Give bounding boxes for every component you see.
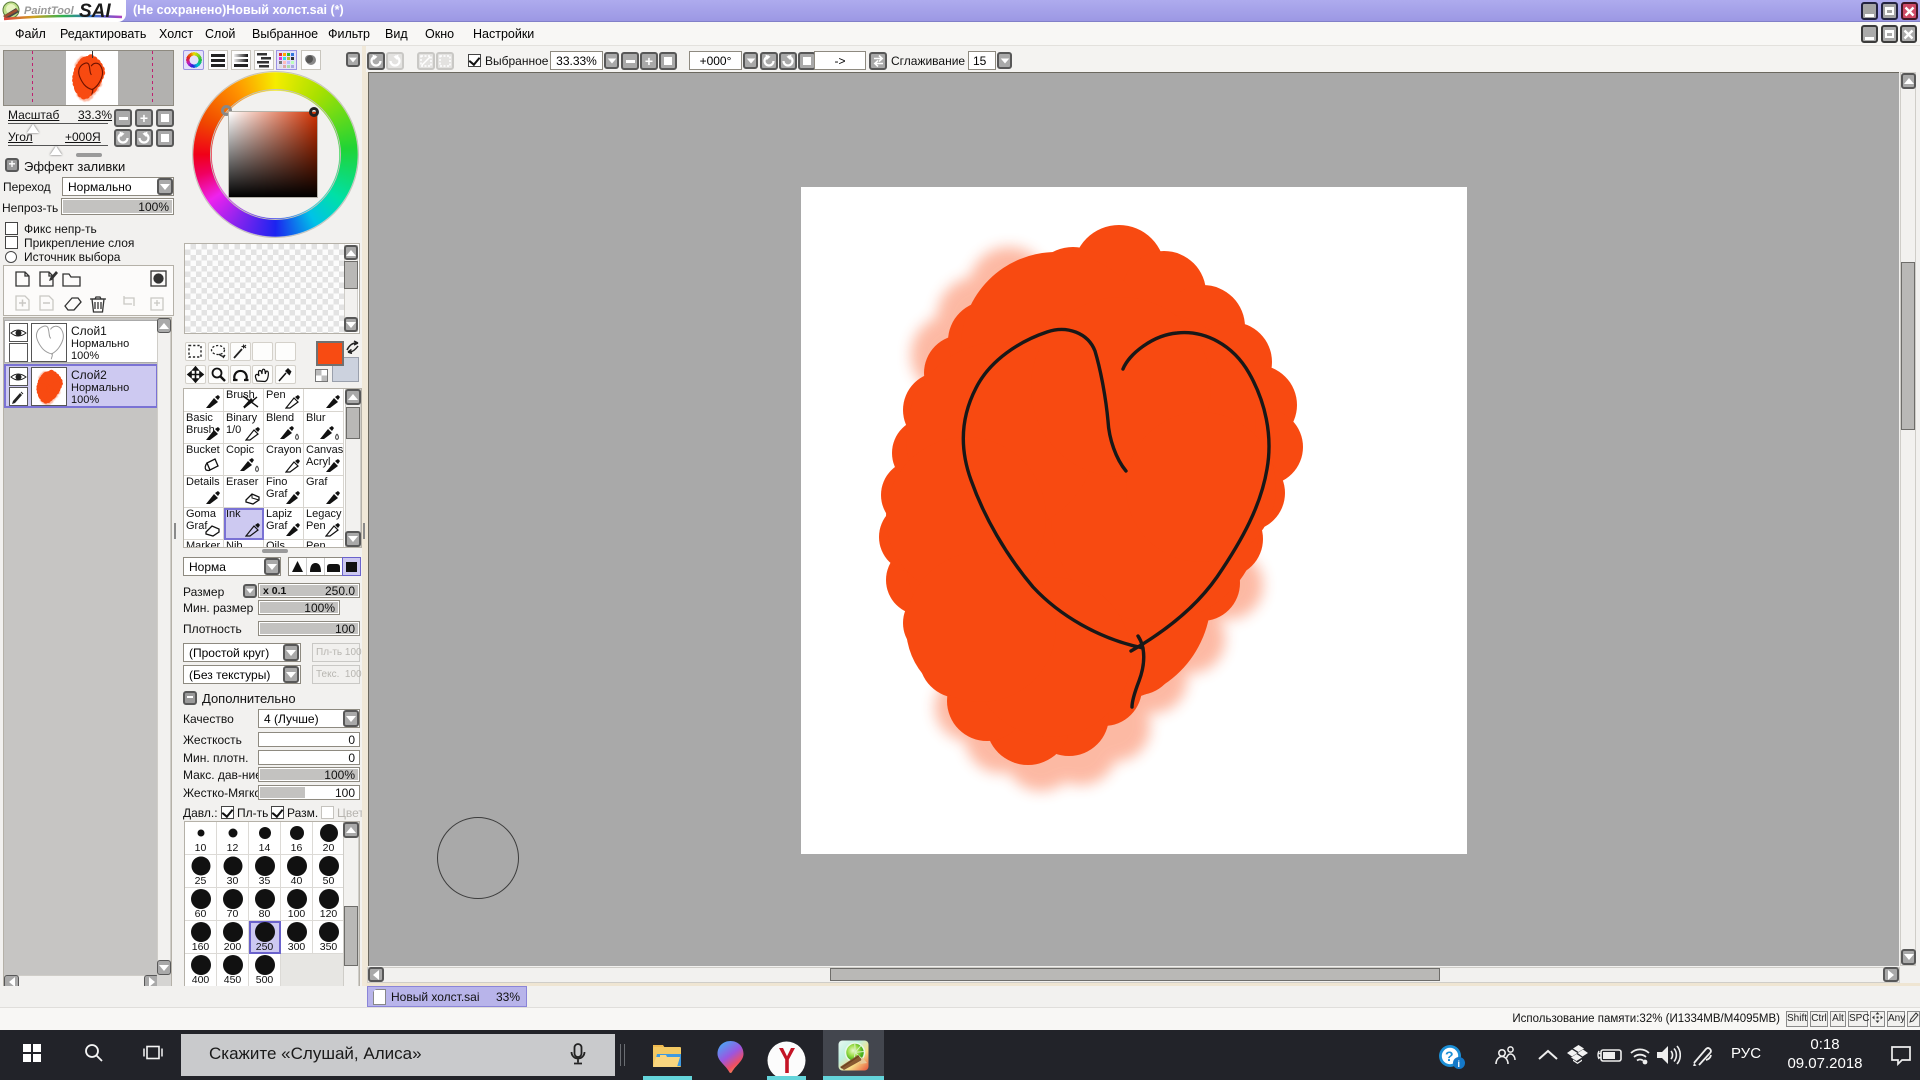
svg-text:i: i <box>1458 1059 1461 1069</box>
svg-text:PaintTool: PaintTool <box>24 5 75 17</box>
svg-text:?: ? <box>1445 1048 1454 1064</box>
svg-text:SAI: SAI <box>79 1 111 22</box>
